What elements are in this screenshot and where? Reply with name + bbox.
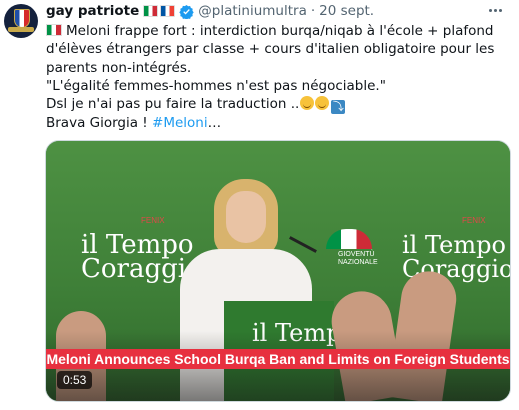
return-arrow-icon: ⤵: [331, 100, 346, 115]
author-name[interactable]: gay patriote: [46, 3, 139, 19]
tweet-text: Meloni frappe fort : interdiction burqa/…: [46, 22, 508, 132]
tweet-line-3: Dsl je n'ai pas pu faire la traduction .…: [46, 96, 346, 115]
tweet-line-1: Meloni frappe fort : interdiction burqa/…: [46, 23, 495, 76]
author-handle[interactable]: @platiniumultra: [198, 3, 307, 19]
video-player[interactable]: FENIX il Tempo Coraggio del GIOVENTÙNAZI…: [45, 140, 511, 402]
flag-france-icon: [160, 5, 176, 17]
video-caption-banner: Meloni Announces School Burqa Ban and Li…: [46, 349, 510, 369]
relieved-face-icon: [315, 96, 330, 111]
tweet[interactable]: gay patriote @platiniumultra · 20 sept. …: [0, 0, 519, 410]
verified-badge-icon[interactable]: [179, 4, 194, 19]
separator: ·: [310, 3, 316, 19]
show-more-ellipsis[interactable]: …: [208, 115, 222, 131]
flag-italy-icon: [143, 5, 159, 17]
avatar-band: [8, 27, 34, 32]
relieved-face-icon: [300, 96, 315, 111]
avatar-shield-icon: [14, 9, 30, 28]
video-duration: 0:53: [57, 371, 93, 389]
author-flags: [143, 5, 176, 17]
tweet-date[interactable]: 20 sept.: [319, 3, 374, 19]
flag-italy-icon: [46, 24, 62, 36]
tweet-header: gay patriote @platiniumultra · 20 sept.: [46, 1, 509, 21]
tweet-line-2: "L'égalité femmes-hommes n'est pas négoc…: [46, 77, 386, 94]
hashtag-link[interactable]: #Meloni: [152, 115, 208, 131]
tweet-line-4: Brava Giorgia ! #Meloni…: [46, 115, 222, 132]
gioventu-nazionale-logo: GIOVENTÙ NAZIONALE: [320, 229, 382, 266]
avatar[interactable]: [4, 4, 38, 38]
more-options-icon[interactable]: [489, 3, 507, 17]
